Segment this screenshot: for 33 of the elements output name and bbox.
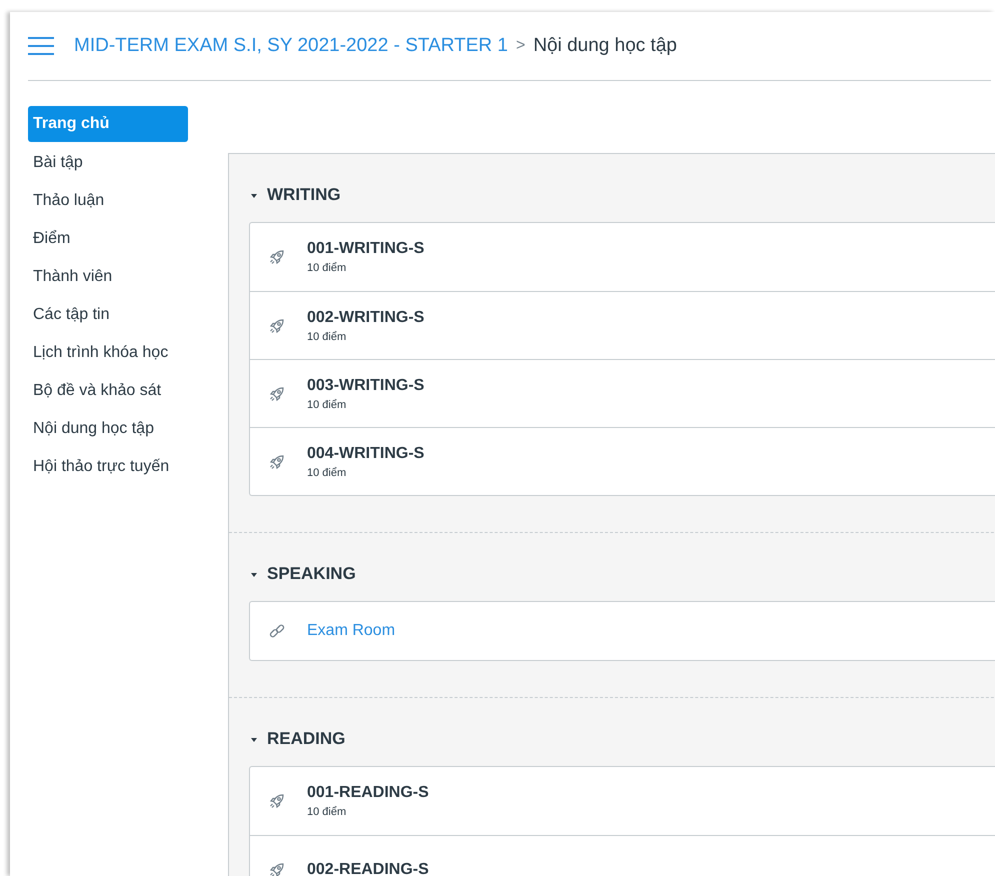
points-label: 10 điểm — [307, 806, 348, 818]
breadcrumb-separator: > — [516, 37, 526, 55]
sidebar-nav-link[interactable]: Thảo luận — [28, 182, 188, 220]
sidebar-nav-link[interactable]: Các tập tin — [28, 296, 188, 334]
rocket-icon — [268, 452, 286, 470]
points-label: 10 điểm — [307, 466, 348, 478]
sidebar-nav-link[interactable]: Nội dung học tập — [28, 410, 188, 448]
rocket-icon — [268, 248, 286, 266]
module-title: WRITING — [267, 185, 341, 205]
points-label: 10 điểm — [307, 262, 348, 274]
assignment-title-link[interactable]: 001-WRITING-S — [307, 240, 424, 258]
link-icon — [268, 622, 286, 640]
sidebar-nav-link[interactable]: Hội thảo trực tuyến — [28, 448, 188, 486]
assignment-title-link[interactable]: 004-WRITING-S — [307, 444, 424, 462]
sidebar-nav-link[interactable]: Bộ đề và khảo sát — [28, 372, 188, 410]
sidebar-nav-link[interactable]: Bài tập — [28, 144, 188, 182]
points-label: 10 điểm — [307, 398, 348, 410]
module-title: READING — [267, 729, 346, 749]
assignment-title-link[interactable]: 003-WRITING-S — [307, 376, 424, 394]
sidebar-nav-link[interactable]: Điểm — [28, 220, 188, 258]
points-label: 10 điểm — [307, 330, 348, 342]
sidebar-nav-link[interactable]: Thành viên — [28, 258, 188, 296]
rocket-icon — [268, 316, 286, 334]
page-title: Nội dung học tập — [533, 35, 677, 57]
rocket-icon — [268, 384, 286, 402]
rocket-icon — [268, 792, 286, 810]
assignment-title-link[interactable]: 002-READING-S — [307, 860, 429, 876]
menu-icon[interactable] — [28, 36, 54, 56]
assignment-title-link[interactable]: 002-WRITING-S — [307, 308, 424, 326]
sidebar-nav-link[interactable]: Lịch trình khóa học — [28, 334, 188, 372]
assignment-title-link[interactable]: 001-READING-S — [307, 784, 429, 802]
rocket-icon — [268, 860, 286, 876]
module-title: SPEAKING — [267, 564, 356, 584]
